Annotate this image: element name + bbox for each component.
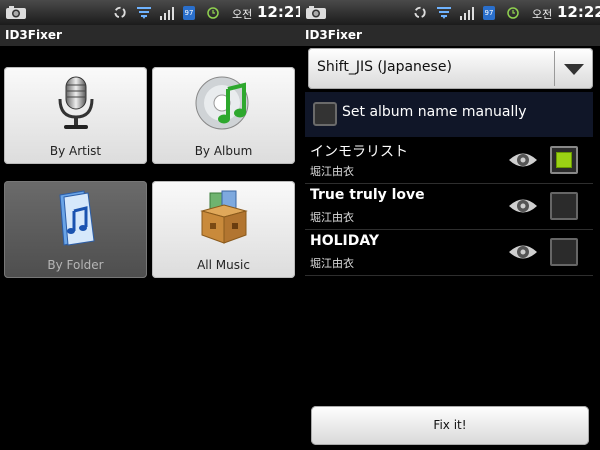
status-time: 12:22 bbox=[557, 3, 600, 21]
song-row[interactable]: HOLIDAY 堀江由衣 bbox=[305, 230, 593, 276]
by-artist-label: By Artist bbox=[49, 144, 102, 158]
dropdown-arrow-icon bbox=[564, 64, 584, 75]
song-checkbox[interactable] bbox=[550, 238, 578, 266]
by-album-button[interactable]: By Album bbox=[152, 67, 295, 164]
camera-icon bbox=[306, 6, 326, 19]
song-artist: 堀江由衣 bbox=[310, 211, 354, 224]
battery-level-text: 97 bbox=[483, 5, 495, 20]
alarm-clock-icon bbox=[207, 7, 219, 19]
status-time: 12:21 bbox=[257, 3, 300, 21]
status-ampm: 오전 bbox=[232, 8, 253, 21]
song-row[interactable]: True truly love 堀江由衣 bbox=[305, 184, 593, 230]
song-title: インモラリスト bbox=[310, 144, 408, 160]
signal-icon bbox=[460, 7, 474, 20]
music-disc-icon bbox=[195, 76, 249, 130]
fix-it-button[interactable]: Fix it! bbox=[311, 406, 589, 445]
alarm-clock-icon bbox=[507, 7, 519, 19]
song-checkbox[interactable] bbox=[550, 146, 578, 174]
song-artist: 堀江由衣 bbox=[310, 165, 354, 178]
music-folder-icon bbox=[59, 190, 95, 246]
by-folder-label: By Folder bbox=[47, 258, 104, 272]
wifi-icon bbox=[437, 7, 451, 19]
by-artist-button[interactable]: By Artist bbox=[4, 67, 147, 164]
status-bar: 97 오전 12:21 bbox=[0, 0, 300, 25]
battery-level-text: 97 bbox=[183, 5, 195, 20]
battery-badge: 97 bbox=[183, 5, 195, 20]
eye-icon[interactable] bbox=[507, 149, 539, 171]
music-box-icon bbox=[200, 190, 248, 244]
wifi-icon bbox=[137, 7, 151, 19]
song-checkbox[interactable] bbox=[550, 192, 578, 220]
song-title: True truly love bbox=[310, 187, 425, 203]
song-title: HOLIDAY bbox=[310, 233, 380, 249]
camera-icon bbox=[6, 6, 26, 19]
rotate-sync-icon bbox=[414, 6, 426, 19]
app-title: ID3Fixer bbox=[0, 25, 300, 46]
battery-badge: 97 bbox=[483, 5, 495, 20]
encoding-spinner[interactable]: Shift_JIS (Japanese) bbox=[308, 48, 593, 89]
album-name-label: Set album name manually bbox=[342, 104, 527, 120]
microphone-icon bbox=[58, 76, 94, 129]
status-ampm: 오전 bbox=[532, 8, 553, 21]
all-music-label: All Music bbox=[197, 258, 250, 272]
rotate-sync-icon bbox=[114, 6, 126, 19]
album-name-checkbox[interactable] bbox=[313, 102, 337, 126]
left-screen: 97 오전 12:21 ID3Fixer By Artist By Album … bbox=[0, 0, 300, 450]
by-folder-button[interactable]: By Folder bbox=[4, 181, 147, 278]
song-row[interactable]: インモラリスト 堀江由衣 bbox=[305, 138, 593, 184]
encoding-selected: Shift_JIS (Japanese) bbox=[317, 59, 452, 75]
song-artist: 堀江由衣 bbox=[310, 257, 354, 270]
eye-icon[interactable] bbox=[507, 195, 539, 217]
spinner-divider bbox=[554, 51, 555, 86]
app-title: ID3Fixer bbox=[300, 25, 600, 46]
by-album-label: By Album bbox=[194, 144, 253, 158]
eye-icon[interactable] bbox=[507, 241, 539, 263]
signal-icon bbox=[160, 7, 174, 20]
status-bar: 97 오전 12:22 bbox=[300, 0, 600, 25]
all-music-button[interactable]: All Music bbox=[152, 181, 295, 278]
